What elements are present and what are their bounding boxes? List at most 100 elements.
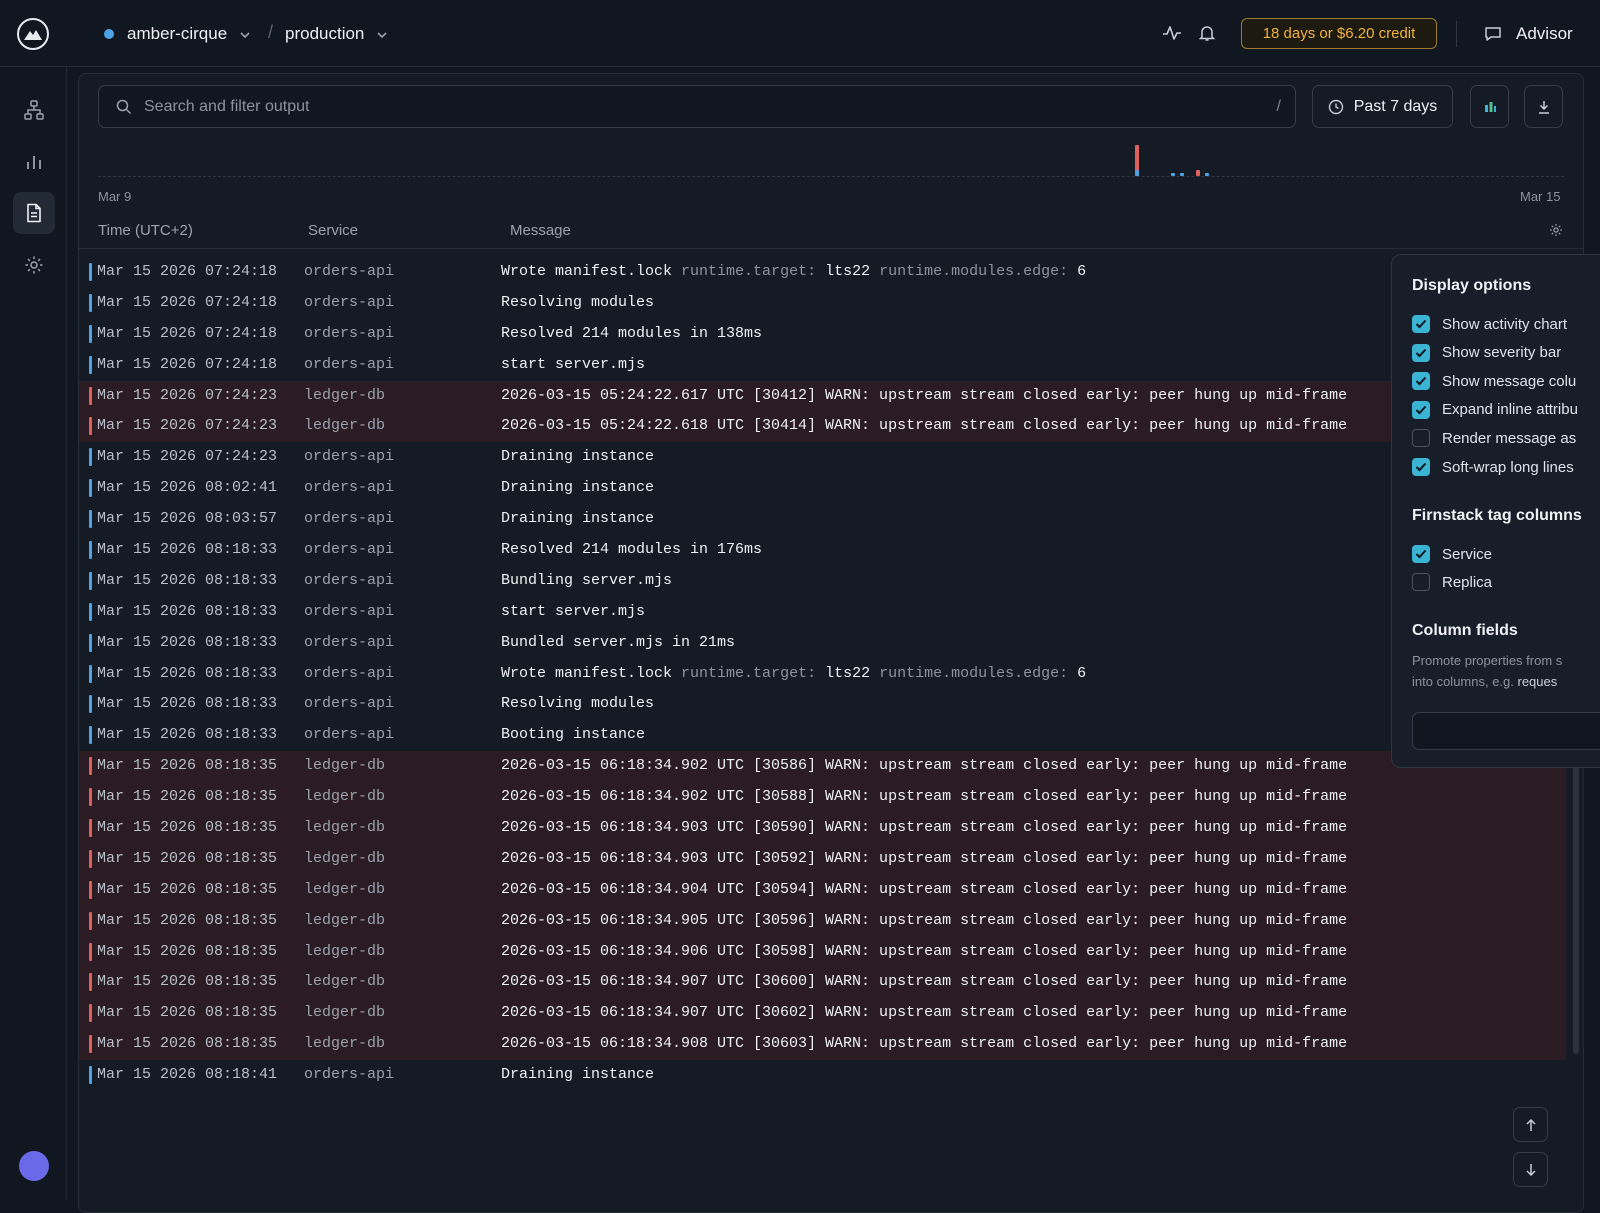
log-service: ledger-db: [304, 973, 386, 991]
trial-credit-badge[interactable]: 18 days or $6.20 credit: [1241, 18, 1437, 49]
log-message: 2026-03-15 06:18:34.905 UTC [30596] WARN…: [501, 911, 1348, 929]
log-row[interactable]: Mar 15 2026 08:02:41 orders-api Draining i…: [79, 473, 1566, 504]
log-attribute-key: runtime.modules.edge:: [879, 664, 1069, 682]
log-attribute-value: 6: [1077, 263, 1087, 280]
environment-selector[interactable]: production: [285, 0, 388, 67]
log-row[interactable]: Mar 15 2026 08:18:33 orders-api Booting in…: [79, 720, 1566, 751]
activity-pulse-icon[interactable]: [1161, 22, 1183, 44]
log-row[interactable]: Mar 15 2026 08:18:35 ledger-db 2026-03-15 …: [79, 1029, 1566, 1061]
app-logo-icon[interactable]: [17, 18, 49, 50]
log-message-cell: Draining instance: [501, 442, 654, 472]
log-row[interactable]: Mar 15 2026 07:24:18 orders-api Resolving …: [79, 288, 1566, 319]
search-bar[interactable]: /: [98, 85, 1296, 128]
scrollbar[interactable]: [1573, 754, 1579, 1054]
checkbox-unchecked[interactable]: [1412, 429, 1430, 448]
log-time: Mar 15 2026 07:24:18: [97, 355, 278, 373]
log-row[interactable]: Mar 15 2026 08:18:33 orders-api Wrote mani…: [79, 659, 1566, 690]
log-row[interactable]: Mar 15 2026 08:18:35 ledger-db 2026-03-15 …: [79, 843, 1566, 875]
log-message: Draining instance: [501, 1066, 655, 1084]
checkbox-checked[interactable]: [1412, 458, 1430, 476]
sidebar-item-metrics[interactable]: [13, 141, 55, 183]
log-time: Mar 15 2026 08:18:35: [97, 973, 278, 991]
scroll-bottom-button[interactable]: [1513, 1152, 1548, 1187]
log-row[interactable]: Mar 15 2026 08:18:35 ledger-db 2026-03-15 …: [79, 967, 1566, 999]
log-row[interactable]: Mar 15 2026 08:18:33 orders-api Resolved 2…: [79, 535, 1566, 566]
display-option[interactable]: Show activity chart: [1412, 314, 1567, 334]
log-row[interactable]: Mar 15 2026 08:18:35 ledger-db 2026-03-15 …: [79, 936, 1566, 968]
topology-icon: [24, 100, 44, 120]
checkbox-checked[interactable]: [1412, 400, 1430, 419]
chart-bars-icon: [1484, 101, 1496, 112]
log-message-cell: Bundled server.mjs in 21ms: [501, 628, 735, 658]
severity-bar: [89, 664, 92, 683]
log-row[interactable]: Mar 15 2026 07:24:18 orders-api Resolved 2…: [79, 319, 1566, 350]
tag-column-option[interactable]: Service: [1412, 544, 1492, 564]
log-message: Draining instance: [501, 510, 655, 528]
display-option[interactable]: Render message as: [1412, 428, 1576, 448]
checkbox-checked[interactable]: [1412, 545, 1430, 563]
column-header-time[interactable]: Time (UTC+2): [98, 222, 193, 239]
severity-bar: [89, 911, 92, 930]
display-option[interactable]: Show severity bar: [1412, 343, 1561, 363]
checkbox-checked[interactable]: [1412, 315, 1430, 333]
log-service: ledger-db: [304, 911, 386, 929]
log-row[interactable]: Mar 15 2026 08:18:35 ledger-db 2026-03-15 …: [79, 813, 1566, 844]
log-row[interactable]: Mar 15 2026 08:18:35 ledger-db 2026-03-15 …: [79, 874, 1566, 906]
column-settings-gear-icon[interactable]: [1549, 223, 1563, 241]
log-service: orders-api: [304, 479, 395, 497]
scroll-top-button[interactable]: [1513, 1107, 1548, 1142]
log-time: Mar 15 2026 08:18:35: [97, 1004, 278, 1022]
severity-bar: [89, 571, 92, 590]
advisor-button[interactable]: Advisor: [1484, 22, 1573, 46]
download-button[interactable]: [1524, 85, 1563, 128]
time-range-button[interactable]: Past 7 days: [1312, 85, 1453, 128]
checkbox-unchecked[interactable]: [1412, 573, 1430, 591]
log-list: Mar 15 2026 07:24:18 orders-api Wrote mani…: [79, 257, 1566, 1091]
project-selector[interactable]: amber-cirque: [104, 0, 251, 67]
column-fields-help-line1: Promote properties from s: [1412, 653, 1563, 668]
display-option[interactable]: Expand inline attribu: [1412, 400, 1578, 420]
log-row[interactable]: Mar 15 2026 08:18:41 orders-api Draining i…: [79, 1060, 1566, 1091]
bell-icon[interactable]: [1196, 22, 1218, 44]
log-row[interactable]: Mar 15 2026 08:03:57 orders-api Draining i…: [79, 504, 1566, 535]
log-row[interactable]: Mar 15 2026 07:24:18 orders-api start serv…: [79, 350, 1566, 381]
column-header-service[interactable]: Service: [308, 222, 358, 239]
log-row[interactable]: Mar 15 2026 07:24:18 orders-api Wrote mani…: [79, 257, 1566, 288]
log-row[interactable]: Mar 15 2026 08:18:33 orders-api Bundling s…: [79, 566, 1566, 597]
log-row[interactable]: Mar 15 2026 08:18:35 ledger-db 2026-03-15 …: [79, 998, 1566, 1030]
log-row[interactable]: Mar 15 2026 07:24:23 ledger-db 2026-03-15 …: [79, 380, 1566, 412]
log-row[interactable]: Mar 15 2026 07:24:23 orders-api Draining i…: [79, 442, 1566, 473]
column-header-message[interactable]: Message: [510, 222, 571, 239]
user-avatar[interactable]: [19, 1151, 49, 1181]
log-service: orders-api: [304, 293, 395, 311]
log-message: Bundled server.mjs in 21ms: [501, 633, 736, 651]
column-field-input[interactable]: [1412, 712, 1600, 750]
log-row[interactable]: Mar 15 2026 08:18:33 orders-api Resolving …: [79, 689, 1566, 720]
severity-bar: [89, 819, 92, 838]
sidebar-item-architecture[interactable]: [13, 89, 55, 131]
document-icon: [27, 203, 41, 223]
log-row[interactable]: Mar 15 2026 08:18:35 ledger-db 2026-03-15 …: [79, 905, 1566, 937]
display-option[interactable]: Soft-wrap long lines: [1412, 457, 1574, 477]
log-message-cell: 2026-03-15 06:18:34.903 UTC [30592] WARN…: [501, 844, 1347, 874]
log-row[interactable]: Mar 15 2026 07:24:23 ledger-db 2026-03-15 …: [79, 411, 1566, 443]
chart-toggle-button[interactable]: [1470, 85, 1509, 128]
tag-column-option[interactable]: Replica: [1412, 572, 1492, 592]
log-row[interactable]: Mar 15 2026 08:18:33 orders-api Bundled se…: [79, 628, 1566, 659]
log-service: orders-api: [304, 324, 395, 342]
sidebar-item-logs[interactable]: [13, 192, 55, 234]
log-message: 2026-03-15 06:18:34.903 UTC [30590] WARN…: [501, 819, 1348, 837]
checkbox-checked[interactable]: [1412, 372, 1430, 391]
log-row[interactable]: Mar 15 2026 08:18:33 orders-api start serv…: [79, 597, 1566, 628]
search-icon: [116, 99, 132, 115]
log-row[interactable]: Mar 15 2026 08:18:35 ledger-db 2026-03-15 …: [79, 782, 1566, 814]
log-service: orders-api: [304, 1066, 395, 1084]
activity-chart: [98, 138, 1564, 178]
severity-bar: [89, 1035, 92, 1054]
display-option[interactable]: Show message colu: [1412, 371, 1576, 391]
search-input[interactable]: [144, 97, 1277, 116]
sidebar-item-settings[interactable]: [13, 244, 55, 286]
log-row[interactable]: Mar 15 2026 08:18:35 ledger-db 2026-03-15 …: [79, 751, 1566, 783]
checkbox-checked[interactable]: [1412, 343, 1430, 362]
severity-bar: [89, 417, 92, 436]
